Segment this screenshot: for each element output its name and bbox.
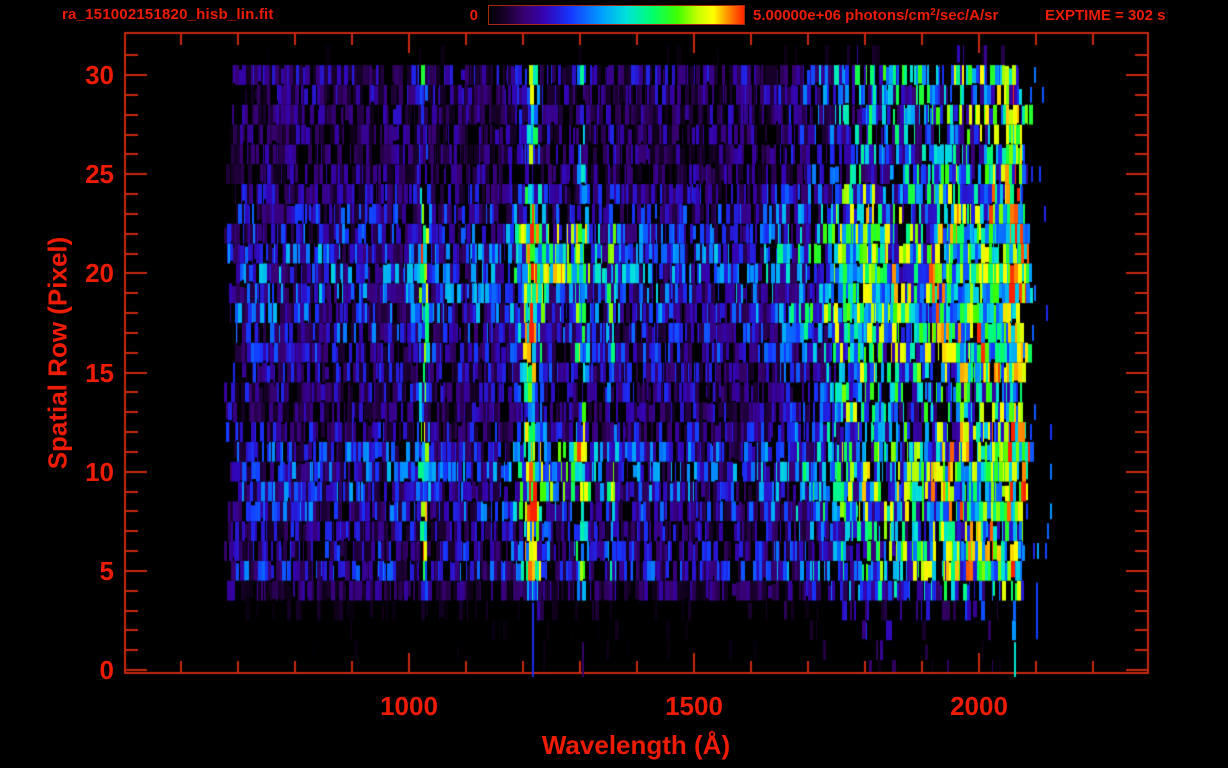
- y-tick-label: 25: [85, 159, 114, 190]
- x-tick-label: 2000: [950, 691, 1008, 721]
- filename-title: ra_151002151820_hisb_lin.fit: [62, 6, 274, 23]
- colorbar: [488, 5, 745, 25]
- spectrogram-canvas: [0, 0, 1228, 768]
- x-tick-label: 1500: [665, 691, 723, 721]
- y-tick-label: 30: [85, 60, 114, 90]
- colorbar-units-suffix: /sec/A/sr: [935, 7, 999, 24]
- colorbar-min-label: 0: [469, 7, 478, 24]
- x-tick-label: 1000: [380, 691, 438, 721]
- y-tick-label: 0: [99, 655, 114, 685]
- y-tick-label: 20: [85, 258, 114, 289]
- y-tick-label: 10: [85, 456, 114, 487]
- spectrogram-display-window: ra_151002151820_hisb_lin.fit 0 5.00000e+…: [0, 0, 1228, 768]
- exptime-label: EXPTIME = 302 s: [1045, 7, 1166, 24]
- y-tick-label: 15: [85, 357, 114, 388]
- x-axis-title: Wavelength (Å): [541, 730, 731, 760]
- colorbar-max-label: 5.00000e+06 photons/cm2/sec/A/sr: [753, 7, 998, 24]
- y-tick-label: 5: [99, 555, 114, 586]
- colorbar-max-value: 5.00000e+06 photons/cm: [753, 7, 931, 24]
